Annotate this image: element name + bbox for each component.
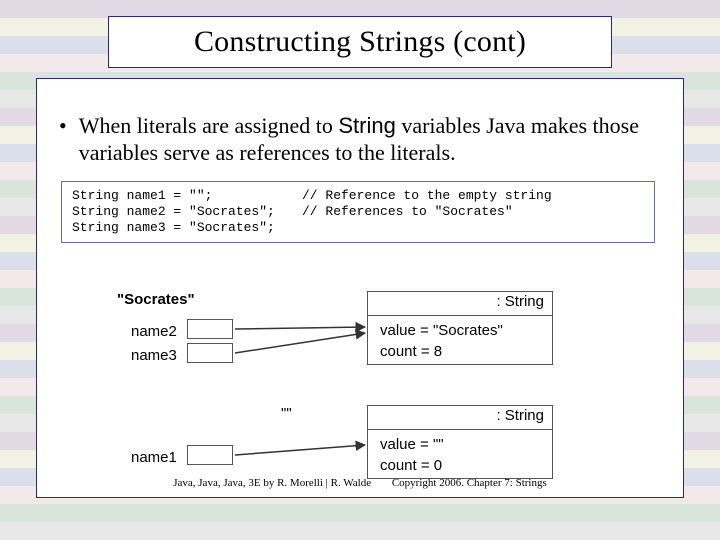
footer-left: Java, Java, Java, 3E by R. Morelli | R. … [173, 477, 371, 489]
var-name2-label: name2 [131, 323, 177, 340]
code-line-3-lhs: String name3 = "Socrates"; [72, 220, 302, 236]
string-object-socrates-attr-count: count = 8 [380, 341, 550, 362]
footer-right: Copyright 2006. Chapter 7: Strings [392, 477, 547, 489]
bullet-item: • When literals are assigned to String v… [59, 113, 661, 167]
slide-body: • When literals are assigned to String v… [59, 113, 661, 243]
bullet-code-word: String [338, 113, 395, 138]
code-line-2-comment: // References to "Socrates" [302, 204, 513, 220]
literal-socrates-label: "Socrates" [117, 291, 195, 308]
bullet-marker: • [59, 113, 67, 167]
var-name1-box [187, 445, 233, 465]
string-reference-diagram: "Socrates" name2 name3 : String value = … [117, 289, 617, 529]
string-object-empty: : String value = "" count = 0 [367, 405, 553, 479]
literal-empty-label: "" [281, 405, 292, 422]
slide-body-box: • When literals are assigned to String v… [36, 78, 684, 498]
string-object-socrates: : String value = "Socrates" count = 8 [367, 291, 553, 365]
bullet-text: When literals are assigned to String var… [79, 113, 661, 167]
string-object-empty-attrs: value = "" count = 0 [368, 430, 552, 482]
var-name2-box [187, 319, 233, 339]
string-object-empty-attr-value: value = "" [380, 434, 550, 455]
slide-title: Constructing Strings (cont) [194, 25, 526, 59]
string-object-empty-attr-count: count = 0 [380, 455, 550, 476]
var-name1-label: name1 [131, 449, 177, 466]
string-object-socrates-attr-value: value = "Socrates" [380, 320, 550, 341]
string-object-socrates-attrs: value = "Socrates" count = 8 [368, 316, 552, 368]
bullet-text-before: When literals are assigned to [79, 113, 339, 138]
code-line-1-comment: // Reference to the empty string [302, 188, 552, 204]
slide-footer: Java, Java, Java, 3E by R. Morelli | R. … [37, 477, 683, 489]
string-object-socrates-header: : String [368, 292, 552, 316]
code-example-box: String name1 = "";// Reference to the em… [61, 181, 655, 244]
code-line-1-lhs: String name1 = ""; [72, 188, 302, 204]
string-object-empty-header: : String [368, 406, 552, 430]
code-line-2-lhs: String name2 = "Socrates"; [72, 204, 302, 220]
var-name3-box [187, 343, 233, 363]
code-example: String name1 = "";// Reference to the em… [72, 188, 644, 237]
slide-title-box: Constructing Strings (cont) [108, 16, 612, 68]
var-name3-label: name3 [131, 347, 177, 364]
